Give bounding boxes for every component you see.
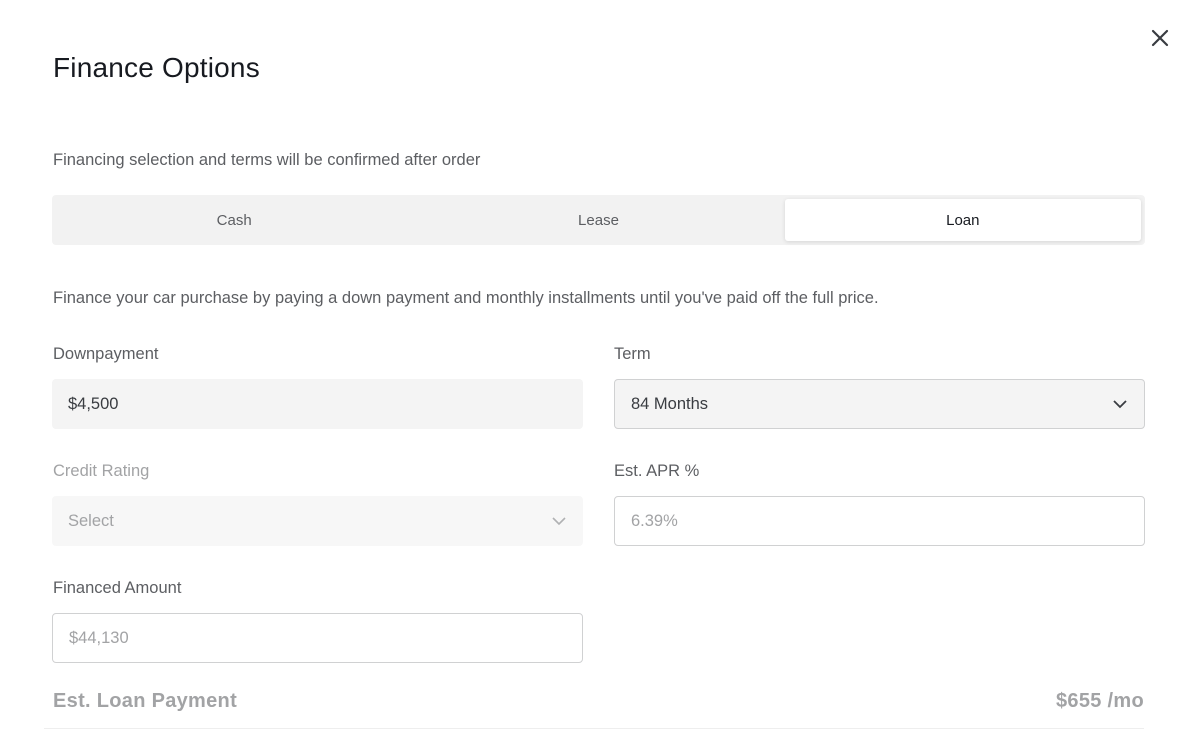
term-select[interactable]: 84 Months <box>614 379 1145 429</box>
close-button[interactable] <box>1146 24 1174 52</box>
close-icon <box>1151 29 1169 47</box>
chevron-down-icon <box>1112 396 1128 412</box>
apr-value: 6.39% <box>631 511 678 530</box>
est-loan-payment-label: Est. Loan Payment <box>53 690 238 712</box>
apr-input[interactable]: 6.39% <box>614 496 1145 546</box>
modal-subtitle: Financing selection and terms will be co… <box>53 151 481 169</box>
term-label: Term <box>614 345 651 363</box>
downpayment-label: Downpayment <box>53 345 159 363</box>
apr-label: Est. APR % <box>614 462 700 480</box>
credit-rating-placeholder: Select <box>68 511 114 530</box>
loan-description: Finance your car purchase by paying a do… <box>53 289 879 307</box>
downpayment-input[interactable]: $4,500 <box>52 379 583 429</box>
tab-cash[interactable]: Cash <box>56 199 412 241</box>
tab-loan[interactable]: Loan <box>784 199 1141 241</box>
modal-title: Finance Options <box>53 52 260 83</box>
finance-type-tabs: Cash Lease Loan <box>52 195 1145 245</box>
tab-lease[interactable]: Lease <box>420 199 776 241</box>
financed-amount-input[interactable]: $44,130 <box>52 613 583 663</box>
financed-amount-label: Financed Amount <box>53 579 182 597</box>
credit-rating-label: Credit Rating <box>53 462 150 480</box>
financed-amount-value: $44,130 <box>69 628 129 647</box>
credit-rating-select[interactable]: Select <box>52 496 583 546</box>
term-selected-value: 84 Months <box>631 394 709 413</box>
est-loan-payment-value: $655 /mo <box>1055 690 1144 712</box>
downpayment-value: $4,500 <box>68 394 119 413</box>
chevron-down-icon <box>551 513 567 529</box>
divider <box>44 728 1144 729</box>
